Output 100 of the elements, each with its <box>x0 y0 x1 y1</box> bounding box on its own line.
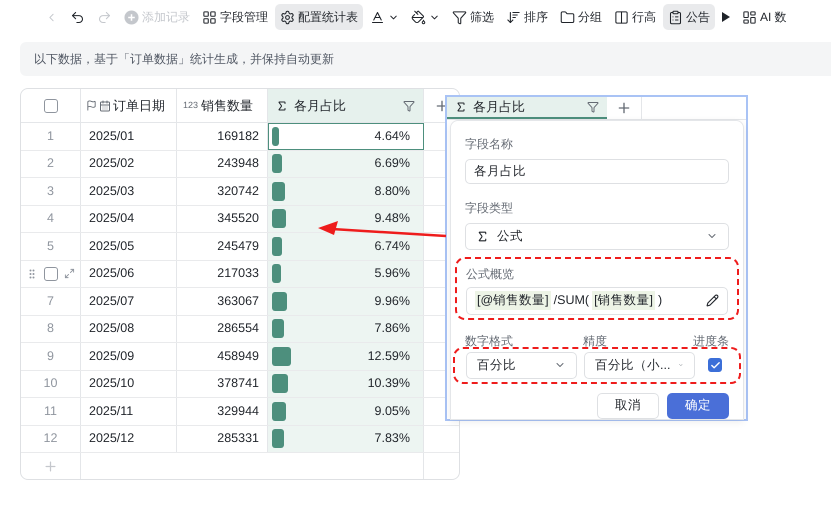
paint-bucket-icon <box>411 10 426 24</box>
toolbar-button[interactable]: 字段管理 <box>197 4 273 30</box>
checkbox[interactable] <box>708 358 722 372</box>
row-number: 10 <box>44 375 58 392</box>
table-cell-text: 6.69% <box>374 155 411 172</box>
row-number: 9 <box>47 348 54 365</box>
table-cell-text: 5.96% <box>374 265 411 282</box>
row-number: 3 <box>47 182 54 200</box>
table-cell-text: 243948 <box>217 155 259 172</box>
toolbar-button[interactable]: 行高 <box>609 4 661 30</box>
folder-icon <box>560 10 575 24</box>
row-number: 1 <box>47 128 54 145</box>
table-cell-text: 285331 <box>217 430 259 448</box>
table-cell-text: 7.86% <box>374 320 411 338</box>
settings-icon <box>280 10 295 24</box>
table-cell-text: 2025/12 <box>89 430 134 448</box>
table-cell-text: 10.39% <box>368 375 411 392</box>
play-icon <box>722 12 730 22</box>
table-cell-text: 4.64% <box>374 128 411 145</box>
row-number: 7 <box>47 292 54 310</box>
row-height-icon <box>614 10 629 24</box>
expand-icon[interactable] <box>64 268 75 280</box>
checkbox[interactable] <box>44 266 58 281</box>
column-header[interactable]: 订单日期 <box>81 89 177 122</box>
flag-icon <box>86 100 97 111</box>
table-cell-text: 2025/07 <box>89 292 134 310</box>
field-label: 字段名称 <box>465 136 514 152</box>
table-cell-text: 7.83% <box>374 430 411 448</box>
table-cell-text: 2025/09 <box>89 348 134 365</box>
field-label: 字段类型 <box>465 200 514 216</box>
calendar-icon <box>99 100 111 112</box>
select-field[interactable]: 公式 <box>465 222 729 250</box>
table-cell-text: 2025/10 <box>89 375 134 392</box>
table-cell-text: 12.59% <box>368 348 411 365</box>
text-color-icon <box>370 10 385 24</box>
field-label: 进度条 <box>693 332 729 350</box>
select-field[interactable]: 百分比（小... <box>584 352 695 378</box>
formula-token: [@销售数量] <box>475 291 551 310</box>
add-column-icon[interactable] <box>616 100 632 116</box>
toolbar-button[interactable]: 分组 <box>555 4 607 30</box>
table-cell-text: 2025/02 <box>89 155 134 172</box>
table-cell-text: 286554 <box>217 320 259 338</box>
cancel-button[interactable]: 取消 <box>597 392 659 418</box>
row-number: 12 <box>44 430 58 448</box>
table-cell-text: 458949 <box>217 348 259 365</box>
filter-icon <box>587 100 599 113</box>
column-header[interactable]: 各月占比 <box>268 89 424 122</box>
formula-text: /SUM( <box>554 292 590 310</box>
table-cell-text: 2025/03 <box>89 182 134 200</box>
table-cell-text: 2025/01 <box>89 128 134 145</box>
row-number: 5 <box>47 238 54 255</box>
row-number: 2 <box>47 155 54 172</box>
table-cell-text: 8.80% <box>374 182 411 200</box>
table-cell-text: 2025/08 <box>89 320 134 338</box>
number-type-icon: 123 <box>183 98 198 112</box>
formula-field[interactable]: [@销售数量] /SUM( [销售数量] ) <box>466 286 728 314</box>
table-cell-text: 345520 <box>217 210 259 228</box>
toolbar-button[interactable]: 排序 <box>501 4 553 30</box>
table-cell-text: 2025/04 <box>89 210 134 228</box>
filter-icon <box>452 10 467 24</box>
row-number: 8 <box>47 320 54 338</box>
field-label: 精度 <box>583 332 608 350</box>
row-number: 4 <box>47 210 54 228</box>
table-cell-text: 245479 <box>217 238 259 255</box>
clipboard-icon <box>668 10 683 24</box>
table-cell-text: 9.96% <box>374 292 411 310</box>
table-cell-text: 2025/05 <box>89 238 134 255</box>
column-header[interactable]: 各月占比 <box>447 97 607 118</box>
undo-icon <box>70 10 85 24</box>
sort-icon <box>506 10 521 24</box>
table-cell-text: 320742 <box>217 182 259 200</box>
table-cell-text: 169182 <box>217 128 259 145</box>
redo-icon <box>97 10 112 24</box>
table-cell-text: 363067 <box>217 292 259 310</box>
table-cell-text: 378741 <box>217 375 259 392</box>
row-number: 11 <box>44 402 57 420</box>
toolbar-button[interactable]: 筛选 <box>447 4 499 30</box>
plus-circle-icon <box>124 10 139 24</box>
field-label: 数字格式 <box>465 332 514 350</box>
table-cell-text: 217033 <box>217 265 259 282</box>
formula-text: ) <box>658 292 662 310</box>
name-input[interactable]: 各月占比 <box>465 158 729 184</box>
grid-icon <box>202 10 217 24</box>
toolbar-button[interactable]: 公告 <box>663 4 715 30</box>
toolbar-button[interactable]: AI 数 <box>737 4 792 30</box>
select-field[interactable]: 百分比 <box>466 352 577 378</box>
table-cell-text: 9.05% <box>374 402 411 420</box>
sigma-icon <box>476 230 489 242</box>
check-icon <box>710 360 720 370</box>
table-cell-text: 6.74% <box>374 238 411 255</box>
sigma-icon <box>276 100 288 112</box>
edit-icon[interactable] <box>706 294 719 307</box>
formula-token: [销售数量] <box>592 291 656 310</box>
table-cell-text: 2025/11 <box>89 402 134 420</box>
confirm-button[interactable]: 确定 <box>667 392 729 418</box>
field-label: 公式概览 <box>466 266 515 282</box>
table-cell-text: 329944 <box>217 402 259 420</box>
notice-bar: 以下数据，基于「订单数据」统计生成，并保持自动更新 <box>20 42 831 76</box>
toolbar-button[interactable]: 配置统计表 <box>275 4 363 30</box>
checkbox[interactable] <box>44 98 58 112</box>
